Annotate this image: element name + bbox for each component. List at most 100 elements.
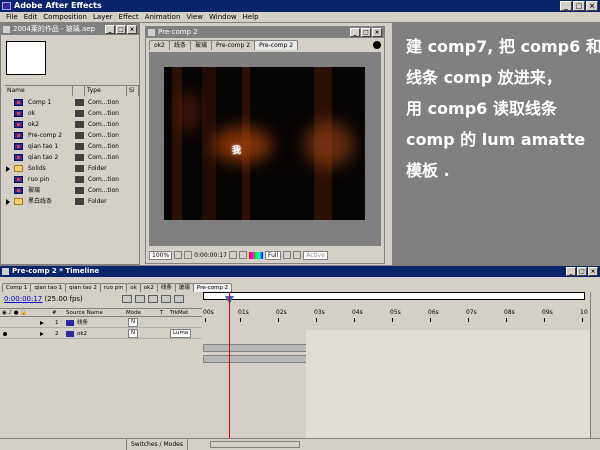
viewer-tab-glass[interactable]: 玻璃: [189, 40, 212, 50]
layer-mode-select[interactable]: N: [128, 318, 139, 327]
project-title: 2004莱的作品 - 玻璃.aep: [13, 25, 96, 33]
expand-triangle-icon[interactable]: [40, 332, 44, 336]
menu-effect[interactable]: Effect: [116, 12, 142, 22]
layer-name[interactable]: ok2: [77, 329, 87, 339]
project-item[interactable]: 玻璃 Com...tion: [5, 185, 139, 196]
viewer-tab-lines[interactable]: 线条: [168, 40, 191, 50]
rgb-channel-icon[interactable]: [248, 251, 263, 259]
timeline-tab-glass[interactable]: 玻璃: [174, 283, 194, 292]
column-number[interactable]: #: [50, 309, 64, 316]
draft-3d-button[interactable]: [148, 295, 158, 303]
live-update-button[interactable]: [135, 295, 145, 303]
eye-icon[interactable]: [3, 332, 7, 336]
timeline-vertical-scrollbar[interactable]: [590, 292, 600, 438]
column-t[interactable]: T: [158, 309, 168, 316]
timeline-close-button[interactable]: ×: [588, 267, 598, 276]
project-item[interactable]: Comp 1 Com...tion: [5, 97, 139, 108]
menu-edit[interactable]: Edit: [21, 12, 41, 22]
transparency-grid-button[interactable]: [293, 251, 302, 259]
maximize-button[interactable]: □: [573, 1, 585, 11]
layer-row[interactable]: 1 线条 N: [0, 318, 202, 328]
composition-icon: [14, 143, 23, 150]
show-channel-button[interactable]: [238, 251, 247, 259]
layer-row[interactable]: 2 ok2 N Luma: [0, 329, 202, 339]
frame-blend-button[interactable]: [174, 295, 184, 303]
project-item[interactable]: qian tao 1 Com...tion: [5, 141, 139, 152]
project-minimize-button[interactable]: _: [105, 25, 115, 34]
active-camera-select[interactable]: Active: [303, 250, 328, 260]
timeline-tab-qian-tao-2[interactable]: qian tao 2: [65, 283, 101, 292]
timeline-zoom-slider[interactable]: [210, 441, 300, 448]
expand-triangle-icon[interactable]: [40, 321, 44, 325]
viewer-tab-precomp-2-active[interactable]: Pre-comp 2: [254, 40, 299, 50]
timeline-tab-ruo-pin[interactable]: ruo pin: [99, 283, 128, 292]
timeline-tab-ok2[interactable]: ok2: [139, 283, 158, 292]
menu-view[interactable]: View: [183, 12, 206, 22]
close-button[interactable]: ×: [586, 1, 598, 11]
project-item[interactable]: qian tao 2 Com...tion: [5, 152, 139, 163]
viewer-menu-arrow-icon[interactable]: [373, 41, 381, 49]
menu-layer[interactable]: Layer: [90, 12, 116, 22]
orange-glow: [180, 92, 198, 132]
instruction-line: 模板 .: [406, 161, 450, 180]
timeline-tab-qian-tao-1[interactable]: qian tao 1: [30, 283, 67, 292]
work-area-bar[interactable]: [203, 292, 585, 300]
viewer-minimize-button[interactable]: _: [350, 28, 360, 37]
timeline-tab-ok[interactable]: ok: [126, 283, 141, 292]
timeline-minimize-button[interactable]: _: [566, 267, 576, 276]
magnification-select[interactable]: 100%: [149, 250, 173, 260]
minimize-button[interactable]: _: [560, 1, 572, 11]
expand-triangle-icon[interactable]: [6, 199, 10, 205]
folder-icon: [14, 165, 23, 172]
timeline-maximize-button[interactable]: □: [577, 267, 587, 276]
region-of-interest-button[interactable]: [283, 251, 292, 259]
viewer-timecode[interactable]: 0:00:00:17: [194, 252, 227, 259]
expand-triangle-icon[interactable]: [6, 166, 10, 172]
safe-zones-button[interactable]: [174, 251, 183, 259]
snapshot-button[interactable]: [184, 251, 193, 259]
column-trkmat[interactable]: TrkMat: [168, 309, 198, 316]
layer-name[interactable]: 线条: [77, 318, 88, 328]
timeline-tab-comp-1[interactable]: Comp 1: [2, 283, 32, 292]
comp-flowchart-button[interactable]: [122, 295, 132, 303]
column-size[interactable]: Si: [127, 86, 139, 96]
switches-modes-toggle[interactable]: Switches / Modes: [126, 439, 188, 450]
motion-blur-button[interactable]: [161, 295, 171, 303]
current-time[interactable]: 0:00:00:17: [4, 295, 42, 303]
viewer-maximize-button[interactable]: □: [361, 28, 371, 37]
column-label[interactable]: [73, 86, 85, 96]
project-folder[interactable]: Solids Folder: [5, 163, 139, 174]
viewer-tab-ok2[interactable]: ok2: [149, 40, 170, 50]
project-item[interactable]: ok Com...tion: [5, 108, 139, 119]
timeline-panel: Pre-comp 2 * Timeline _ □ × Comp 1 qian …: [0, 265, 600, 450]
viewer-close-button[interactable]: ×: [372, 28, 382, 37]
project-item[interactable]: ruo pin Com...tion: [5, 174, 139, 185]
column-source-name[interactable]: Source Name: [64, 309, 124, 316]
menu-animation[interactable]: Animation: [142, 12, 184, 22]
track-matte-select[interactable]: Luma: [170, 329, 192, 338]
composition-viewer: Pre-comp 2 _ □ × ok2 线条 玻璃 Pre-comp 2 Pr…: [145, 26, 385, 264]
project-item[interactable]: ok2 Com...tion: [5, 119, 139, 130]
current-time-indicator[interactable]: [229, 292, 230, 450]
ruler-tick: 00s: [203, 309, 214, 322]
timeline-tab-precomp-2[interactable]: Pre-comp 2: [192, 283, 233, 292]
camera-icon[interactable]: [228, 251, 237, 259]
timeline-window-controls: _ □ ×: [566, 267, 598, 276]
resolution-select[interactable]: Full: [264, 250, 282, 260]
menu-composition[interactable]: Composition: [40, 12, 90, 22]
menu-window[interactable]: Window: [206, 12, 240, 22]
menu-help[interactable]: Help: [240, 12, 262, 22]
column-type[interactable]: Type: [85, 86, 127, 96]
project-maximize-button[interactable]: □: [116, 25, 126, 34]
layer-mode-select[interactable]: N: [128, 329, 139, 338]
viewer-tab-precomp-2[interactable]: Pre-comp 2: [211, 40, 256, 50]
column-name[interactable]: Name: [5, 86, 73, 96]
menu-file[interactable]: File: [3, 12, 21, 22]
project-item[interactable]: Pre-comp 2 Com...tion: [5, 130, 139, 141]
composition-canvas[interactable]: 我: [164, 67, 365, 220]
timeline-tab-lines[interactable]: 线条: [156, 283, 176, 292]
project-thumbnail: [6, 41, 46, 75]
project-folder[interactable]: 黑白线条 Folder: [5, 196, 139, 207]
column-mode[interactable]: Mode: [124, 309, 158, 316]
project-close-button[interactable]: ×: [127, 25, 137, 34]
